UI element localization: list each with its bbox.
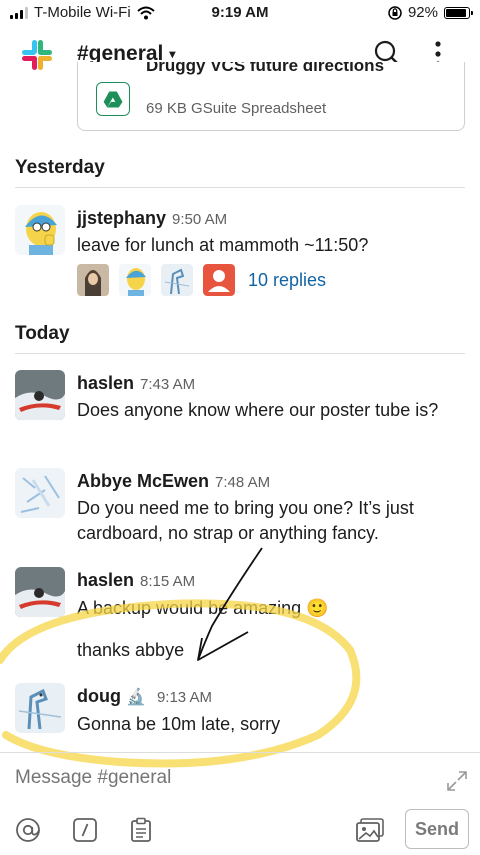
battery-icon bbox=[444, 6, 473, 19]
slack-logo-icon[interactable] bbox=[20, 38, 54, 72]
day-divider bbox=[15, 187, 465, 188]
expand-icon[interactable] bbox=[445, 769, 469, 793]
message-item[interactable]: doug 🔬 9:13 AM Gonna be 10m late, sorry bbox=[0, 681, 480, 741]
message-input[interactable] bbox=[15, 767, 415, 789]
replies-link[interactable]: 10 replies bbox=[248, 270, 326, 291]
message-author[interactable]: doug 🔬 9:13 AM bbox=[77, 686, 212, 707]
avatar[interactable] bbox=[15, 683, 65, 733]
wifi-icon bbox=[137, 6, 155, 19]
image-attach-icon[interactable] bbox=[355, 817, 385, 843]
avatar[interactable] bbox=[15, 468, 65, 518]
google-drive-icon bbox=[96, 82, 130, 116]
at-mention-icon[interactable] bbox=[15, 817, 41, 843]
carrier-label: T-Mobile Wi-Fi bbox=[34, 4, 131, 21]
file-attachment-card[interactable]: Druggy VCS future directions 69 KB GSuit… bbox=[77, 62, 465, 131]
orientation-lock-icon bbox=[388, 5, 402, 20]
slash-command-icon[interactable] bbox=[72, 817, 98, 843]
message-author[interactable]: jjstephany 9:50 AM bbox=[77, 208, 227, 229]
message-item[interactable]: haslen 8:15 AM A backup would be amazing … bbox=[0, 565, 480, 665]
message-item[interactable]: haslen 7:43 AM Does anyone know where our… bbox=[0, 368, 480, 458]
smile-emoji-icon: 🙂 bbox=[306, 598, 329, 618]
message-author[interactable]: haslen 7:43 AM bbox=[77, 373, 195, 394]
reply-avatar bbox=[77, 264, 109, 296]
file-title: Druggy VCS future directions bbox=[146, 62, 385, 75]
message-time: 7:48 AM bbox=[215, 474, 271, 491]
status-bar: T-Mobile Wi-Fi 9:19 AM 92% bbox=[0, 0, 480, 28]
day-divider bbox=[15, 353, 465, 354]
file-meta: 69 KB GSuite Spreadsheet bbox=[146, 100, 327, 117]
message-text: Does anyone know where our poster tube i… bbox=[77, 400, 439, 420]
message-time: 7:43 AM bbox=[140, 376, 196, 393]
microscope-status-icon: 🔬 bbox=[126, 689, 146, 706]
message-composer: Send bbox=[0, 752, 480, 855]
message-text: A backup would be amazing 🙂 bbox=[77, 598, 329, 618]
message-time: 8:15 AM bbox=[140, 573, 196, 590]
avatar[interactable] bbox=[15, 370, 65, 420]
thread-replies[interactable]: 10 replies bbox=[77, 264, 326, 296]
message-author[interactable]: Abbye McEwen 7:48 AM bbox=[77, 471, 270, 492]
message-time: 9:13 AM bbox=[156, 689, 212, 706]
reply-avatar bbox=[161, 264, 193, 296]
message-text: leave for lunch at mammoth ~11:50? bbox=[77, 235, 369, 255]
message-author[interactable]: haslen 8:15 AM bbox=[77, 570, 195, 591]
day-label-today: Today bbox=[15, 323, 70, 344]
message-text: Do you need me to bring you one? It’s ju… bbox=[77, 498, 414, 543]
avatar[interactable] bbox=[15, 205, 65, 255]
send-button[interactable]: Send bbox=[405, 809, 469, 849]
message-item[interactable]: Abbye McEwen 7:48 AM Do you need me to br… bbox=[0, 466, 480, 556]
reply-avatar bbox=[119, 264, 151, 296]
message-text: Gonna be 10m late, sorry bbox=[77, 714, 281, 734]
cell-signal-icon bbox=[10, 6, 28, 19]
reply-avatar bbox=[203, 264, 235, 296]
message-time: 9:50 AM bbox=[172, 211, 228, 228]
clipboard-icon[interactable] bbox=[128, 817, 154, 843]
battery-percent: 92% bbox=[407, 4, 438, 21]
chevron-down-icon: ▾ bbox=[169, 47, 176, 61]
avatar[interactable] bbox=[15, 567, 65, 617]
message-text-continued: thanks abbye bbox=[77, 640, 185, 660]
day-label-yesterday: Yesterday bbox=[15, 157, 105, 178]
